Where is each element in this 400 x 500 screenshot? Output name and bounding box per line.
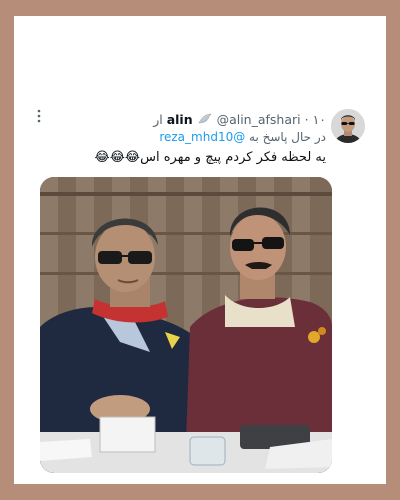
replying-to-label: در حال پاسخ به: [249, 130, 326, 144]
profile-avatar-image: [331, 109, 365, 143]
replying-to-line: در حال پاسخ به @reza_mhd10: [159, 129, 326, 145]
tweet-media-image[interactable]: [40, 177, 332, 473]
tweet-text: یه لحظه فکر کردم پیچ و مهره اس😂😂😂: [94, 150, 326, 165]
more-vertical-icon[interactable]: [36, 109, 42, 123]
white-wing-emoji-icon: [198, 113, 212, 124]
media-illustration: [40, 177, 332, 473]
display-name[interactable]: alin: [167, 112, 193, 127]
separator-dot: ·: [304, 112, 309, 127]
avatar[interactable]: [331, 109, 365, 143]
reply-to-mention[interactable]: @reza_mhd10: [159, 130, 245, 144]
tweet-header: alin @alin_afshari · ۱۰ ار: [153, 112, 326, 128]
user-handle[interactable]: @alin_afshari: [217, 112, 301, 127]
tweet-card: alin @alin_afshari · ۱۰ ار در حال پاسخ ب…: [14, 16, 386, 484]
